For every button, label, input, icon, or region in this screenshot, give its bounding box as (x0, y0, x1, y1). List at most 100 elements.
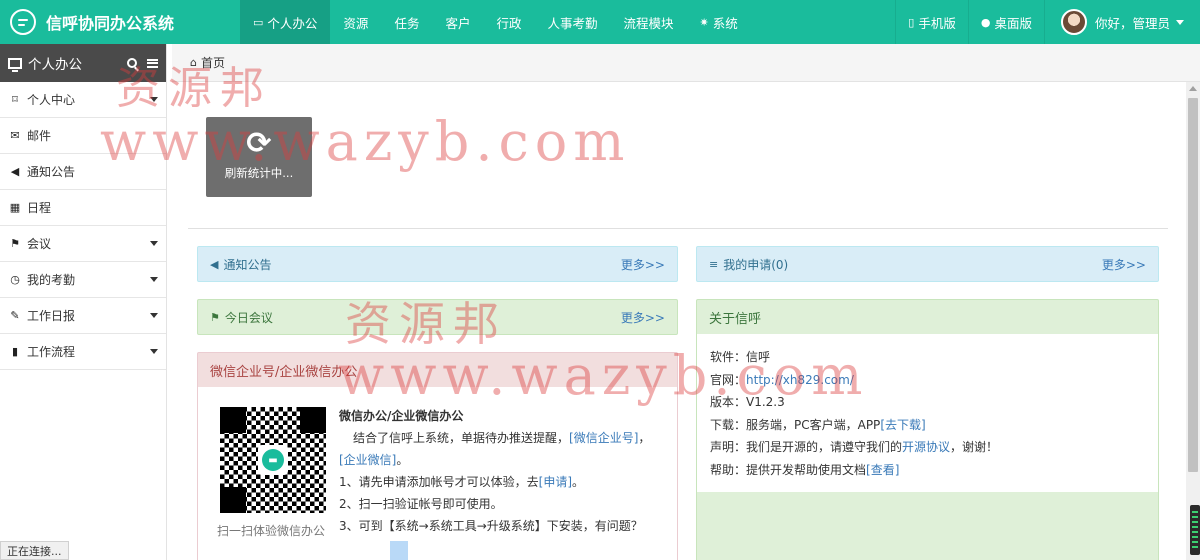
chevron-down-icon (150, 97, 158, 102)
search-icon[interactable] (127, 58, 137, 68)
notice-more-link[interactable]: 更多>> (621, 256, 665, 273)
nav-item-personal-office[interactable]: ▭ 个人办公 (240, 0, 331, 44)
volume-icon: ◀ (210, 258, 219, 271)
official-site-link[interactable]: http://xh829.com/ (746, 373, 854, 387)
flag-icon: ⚑ (210, 311, 220, 324)
wechat-description: 微信办公/企业微信办公 结合了信呼上系统，单据待办推送提醒，[微信企业号]，[企… (339, 405, 664, 537)
main-content: ⟳ 刷新统计中... ◀ 通知公告 更多>> ≡ 我的申请(0) 更多>> ⚑ … (172, 82, 1184, 560)
sidebar-item-notices[interactable]: ◀ 通知公告 (0, 154, 166, 190)
nav-item-customers[interactable]: 客户 (432, 0, 483, 44)
chevron-down-icon (1176, 19, 1184, 25)
scrollbar-thumb[interactable] (1188, 98, 1198, 472)
text-selection-highlight (390, 541, 408, 560)
sidebar-item-schedule[interactable]: ▦ 日程 (0, 190, 166, 226)
desktop-version-link[interactable]: ● 桌面版 (967, 0, 1044, 44)
sidebar-item-daily-report[interactable]: ✎ 工作日报 (0, 298, 166, 334)
about-site: 官网：http://xh829.com/ (710, 372, 854, 387)
browser-status-bar: 正在连接... (0, 541, 69, 560)
sidebar-item-attendance[interactable]: ◷ 我的考勤 (0, 262, 166, 298)
sidebar-item-mail[interactable]: ✉ 邮件 (0, 118, 166, 154)
wechat-panel: 微信企业号/企业微信办公 ▬ 扫一扫体验微信办公 微信办公/企业微信办公 结合了… (197, 352, 678, 560)
sidebar-title: 个人办公 (28, 57, 82, 73)
chevron-down-icon (150, 349, 158, 354)
home-icon: ⌂ (190, 56, 197, 69)
divider (188, 228, 1168, 229)
wechat-panel-title: 微信企业号/企业微信办公 (210, 364, 358, 380)
about-panel: 关于信呼 软件：信呼 官网：http://xh829.com/ 版本：V1.2.… (696, 299, 1159, 560)
bookmark-icon: ⌑ (12, 93, 18, 106)
chevron-down-icon (150, 241, 158, 246)
license-link[interactable]: 开源协议 (902, 440, 950, 454)
sidebar-header: 个人办公 (0, 44, 166, 82)
scroll-up-arrow-icon[interactable] (1189, 86, 1197, 91)
loading-text: 刷新统计中... (224, 166, 294, 180)
nav-item-hr-attendance[interactable]: 人事考勤 (534, 0, 610, 44)
qr-caption: 扫一扫体验微信办公 (217, 524, 326, 538)
qr-code: ▬ (220, 407, 326, 513)
network-meter-icon (1190, 505, 1200, 555)
about-version: 版本：V1.2.3 (710, 395, 785, 409)
user-menu[interactable]: 你好，管理员 (1043, 0, 1200, 44)
chevron-down-icon (150, 313, 158, 318)
nav-item-workflow[interactable]: 流程模块 (611, 0, 687, 44)
user-greeting: 你好，管理员 (1094, 15, 1170, 31)
vertical-scrollbar[interactable] (1186, 82, 1200, 560)
apply-link[interactable]: [申请] (539, 475, 572, 489)
avatar (1060, 9, 1087, 35)
about-panel-body: 软件：信呼 官网：http://xh829.com/ 版本：V1.2.3 下载：… (697, 334, 1158, 492)
about-help: 帮助：提供开发帮助使用文档[查看] (710, 462, 900, 477)
about-statement: 声明：我们是开源的，请遵守我们的开源协议，谢谢！ (710, 440, 999, 454)
mobile-version-link[interactable]: ▯ 手机版 (895, 0, 968, 44)
chat-logo-icon (10, 9, 36, 35)
my-apply-panel: ≡ 我的申请(0) 更多>> (696, 246, 1159, 282)
nav-item-system[interactable]: ✷ 系统 (687, 0, 751, 44)
download-link[interactable]: [去下载] (880, 418, 925, 432)
meeting-panel: ⚑ 今日会议 更多>> (197, 299, 678, 335)
main-nav: ▭ 个人办公 资源 任务 客户 行政 人事考勤 流程模块 ✷ 系统 (240, 0, 751, 44)
sidebar-item-workflow[interactable]: ▮ 工作流程 (0, 334, 166, 370)
gear-icon: ✷ (699, 15, 709, 29)
globe-icon: ● (980, 15, 991, 29)
wechat-panel-body: ▬ 扫一扫体验微信办公 微信办公/企业微信办公 结合了信呼上系统，单据待办推送提… (198, 387, 677, 560)
wechat-line-1: 结合了信呼上系统，单据待办推送提醒，[微信企业号]，[企业微信]。 (339, 431, 651, 467)
flag-icon: ⚑ (10, 237, 20, 250)
book-icon: ▮ (11, 345, 19, 358)
monitor-icon (8, 57, 22, 72)
wechat-line-4: 3、可到【系统→系统工具→升级系统】下安装，有问题？ (339, 519, 643, 533)
sidebar: 个人办公 ⌑ 个人中心 ✉ 邮件 ◀ 通知公告 ▦ 日程 ⚑ 会议 ◷ 我的考勤 ✎ 工作日报… (0, 44, 167, 560)
sidebar-item-personal-center[interactable]: ⌑ 个人中心 (0, 82, 166, 118)
clock-icon: ◷ (10, 273, 20, 286)
help-docs-link[interactable]: [查看] (866, 463, 899, 477)
nav-right: ▯ 手机版 ● 桌面版 你好，管理员 (895, 0, 1200, 44)
brand[interactable]: 信呼协同办公系统 (0, 0, 240, 44)
nav-item-tasks[interactable]: 任务 (381, 0, 432, 44)
enterprise-wechat-link[interactable]: [企业微信] (339, 453, 396, 467)
nav-item-admin[interactable]: 行政 (483, 0, 534, 44)
mobile-icon: ▯ (908, 15, 915, 29)
calendar-icon: ▦ (9, 201, 21, 214)
breadcrumb-home-tab[interactable]: 首页 (201, 54, 225, 71)
top-navbar: 信呼协同办公系统 ▭ 个人办公 资源 任务 客户 行政 人事考勤 流程模块 ✷ 系统… (0, 0, 1200, 44)
monitor-icon: ▭ (253, 15, 264, 29)
my-apply-more-link[interactable]: 更多>> (1102, 256, 1146, 273)
breadcrumb: ⌂ 首页 (172, 44, 1200, 82)
menu-icon[interactable] (147, 58, 158, 68)
edit-icon: ✎ (10, 309, 20, 322)
meeting-more-link[interactable]: 更多>> (621, 309, 665, 326)
about-panel-title: 关于信呼 (709, 311, 762, 327)
wechat-corp-link[interactable]: [微信企业号] (569, 431, 638, 445)
volume-icon: ◀ (10, 165, 20, 178)
wechat-line-3: 2、扫一扫验证帐号即可使用。 (339, 497, 503, 511)
notice-panel: ◀ 通知公告 更多>> (197, 246, 678, 282)
sidebar-item-meeting[interactable]: ⚑ 会议 (0, 226, 166, 262)
envelope-icon: ✉ (10, 129, 20, 142)
notice-panel-title: 通知公告 (223, 258, 272, 272)
list-icon: ≡ (709, 258, 719, 271)
chevron-down-icon (150, 277, 158, 282)
about-software: 软件：信呼 (710, 350, 771, 364)
chat-icon: ▬ (262, 449, 284, 471)
about-download: 下载：服务端，PC客户端，APP[去下载] (710, 417, 926, 432)
refresh-icon: ⟳ (246, 126, 272, 161)
nav-item-resources[interactable]: 资源 (330, 0, 381, 44)
wechat-line-2: 1、请先申请添加帐号才可以体验，去[申请]。 (339, 475, 585, 489)
